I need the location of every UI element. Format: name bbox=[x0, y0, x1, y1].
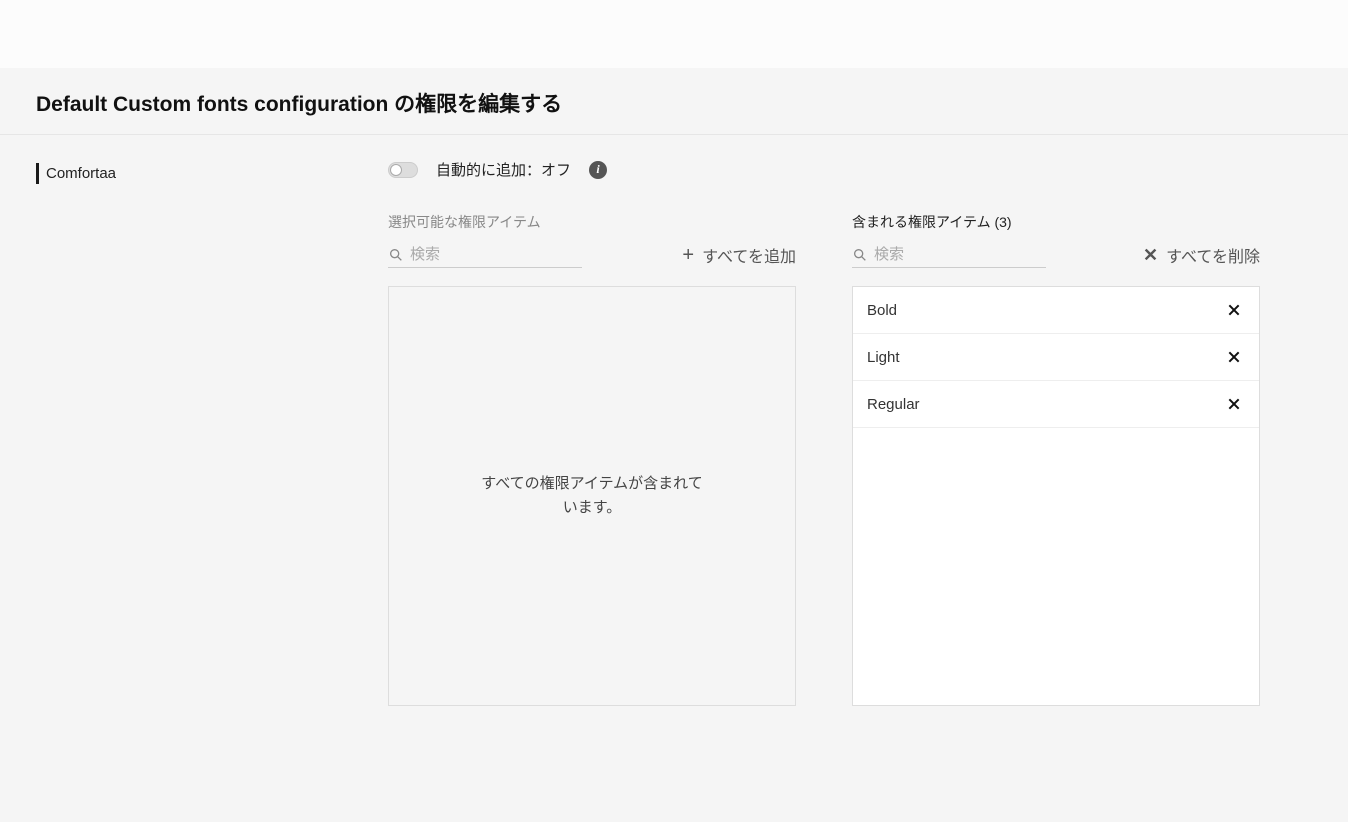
list-item[interactable]: Bold bbox=[853, 287, 1259, 334]
included-search-input[interactable] bbox=[874, 246, 1046, 263]
close-icon bbox=[1226, 349, 1242, 365]
available-heading: 選択可能な権限アイテム bbox=[388, 212, 796, 232]
sidebar: Comfortaa bbox=[0, 135, 388, 730]
add-all-button[interactable]: + すべてを追加 bbox=[682, 243, 796, 267]
list-item[interactable]: Regular bbox=[853, 381, 1259, 428]
page-title: Default Custom fonts configuration の権限を編… bbox=[36, 88, 1312, 118]
main: 自動的に追加：オフ i 選択可能な権限アイテム bbox=[388, 135, 1348, 730]
page-header: Default Custom fonts configuration の権限を編… bbox=[0, 68, 1348, 135]
add-all-label: すべてを追加 bbox=[702, 243, 796, 267]
close-icon bbox=[1226, 302, 1242, 318]
info-icon[interactable]: i bbox=[589, 161, 607, 179]
plus-icon: + bbox=[682, 245, 694, 265]
list-item-label: Bold bbox=[867, 302, 897, 319]
list-item-label: Regular bbox=[867, 396, 920, 413]
close-icon bbox=[1226, 396, 1242, 412]
auto-add-toggle[interactable] bbox=[388, 162, 418, 178]
search-icon bbox=[388, 247, 404, 263]
available-search-wrap bbox=[388, 242, 582, 268]
top-spacer bbox=[0, 0, 1348, 68]
columns: 選択可能な権限アイテム + すべてを追加 bbox=[388, 212, 1308, 706]
content: Comfortaa 自動的に追加：オフ i 選択可能な権限アイテム bbox=[0, 135, 1348, 730]
toggle-knob bbox=[390, 164, 402, 176]
remove-item-button[interactable] bbox=[1223, 393, 1245, 415]
included-heading: 含まれる権限アイテム (3) bbox=[852, 212, 1260, 232]
available-controls: + すべてを追加 bbox=[388, 242, 796, 268]
sidebar-item-comfortaa[interactable]: Comfortaa bbox=[0, 159, 388, 188]
search-icon bbox=[852, 247, 868, 263]
auto-add-label: 自動的に追加：オフ bbox=[436, 159, 571, 180]
remove-item-button[interactable] bbox=[1223, 346, 1245, 368]
close-icon: ✕ bbox=[1143, 246, 1158, 264]
included-panel: Bold Light bbox=[852, 286, 1260, 706]
page: Default Custom fonts configuration の権限を編… bbox=[0, 68, 1348, 822]
remove-all-button[interactable]: ✕ すべてを削除 bbox=[1143, 243, 1260, 267]
remove-all-label: すべてを削除 bbox=[1166, 243, 1260, 267]
included-column: 含まれる権限アイテム (3) ✕ すべてを削除 bbox=[852, 212, 1260, 706]
sidebar-item-label: Comfortaa bbox=[46, 165, 116, 182]
auto-add-row: 自動的に追加：オフ i bbox=[388, 159, 1308, 180]
included-search-wrap bbox=[852, 242, 1046, 268]
available-panel: すべての権限アイテムが含まれています。 bbox=[388, 286, 796, 706]
list-item[interactable]: Light bbox=[853, 334, 1259, 381]
available-empty-message: すべての権限アイテムが含まれています。 bbox=[479, 472, 705, 520]
remove-item-button[interactable] bbox=[1223, 299, 1245, 321]
available-column: 選択可能な権限アイテム + すべてを追加 bbox=[388, 212, 796, 706]
list-item-label: Light bbox=[867, 349, 900, 366]
available-search-input[interactable] bbox=[410, 246, 582, 263]
included-controls: ✕ すべてを削除 bbox=[852, 242, 1260, 268]
